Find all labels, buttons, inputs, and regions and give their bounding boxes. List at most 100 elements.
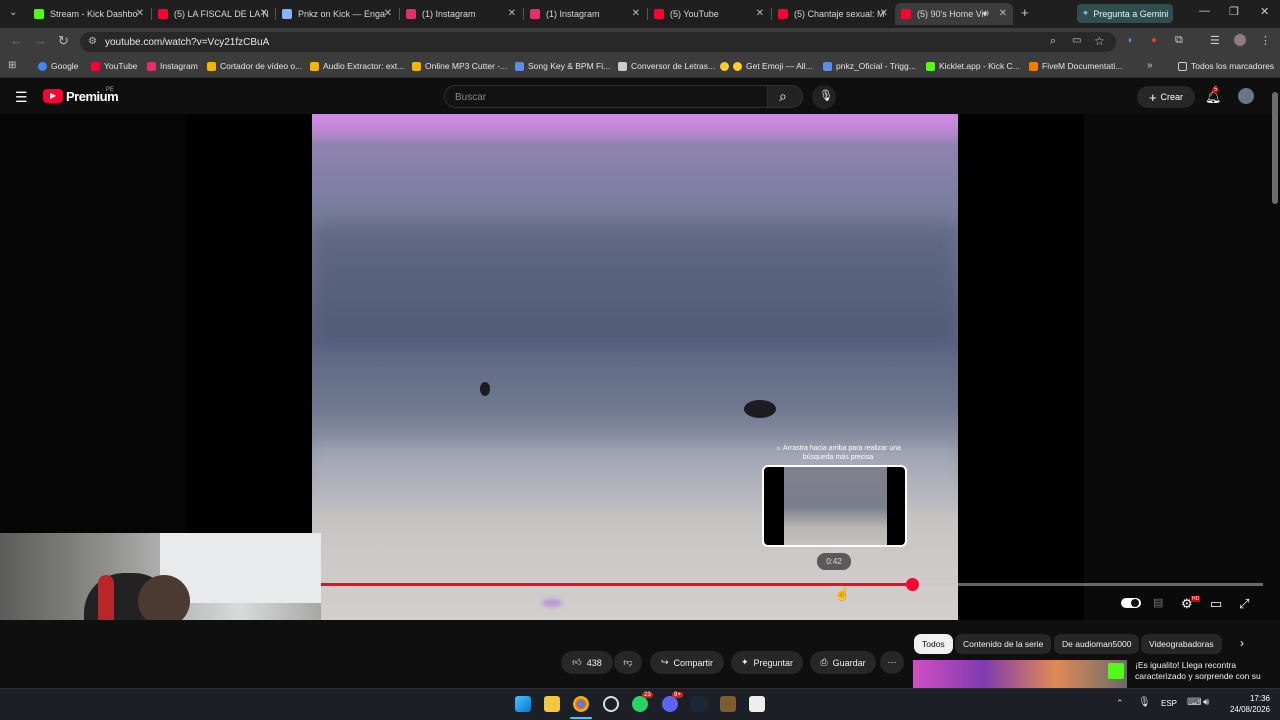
chevron-right-icon[interactable]: › [1240, 636, 1244, 650]
bookmark-icon: ⎙ [820, 657, 828, 667]
extension-icon[interactable]: ◗ [1127, 35, 1133, 46]
tab-search-list-icon[interactable]: ☰ [1210, 34, 1220, 47]
close-icon[interactable]: ✕ [508, 8, 516, 19]
apps-grid-icon[interactable]: ⊞ [8, 60, 16, 71]
speaker-icon[interactable]: 🔊︎ [983, 8, 989, 19]
autoplay-toggle[interactable] [1121, 598, 1141, 608]
recommended-title[interactable]: ¡Es igualito! Llega recontra caracteriza… [1135, 660, 1275, 688]
account-avatar[interactable] [1238, 88, 1254, 104]
windows-start-icon[interactable] [515, 696, 531, 712]
bookmark-audio-extractor[interactable]: Audio Extractor: ext... [310, 61, 404, 71]
network-icon[interactable]: ⌨ [1187, 697, 1201, 708]
gemini-button[interactable]: ✦ Pregunta a Gemini [1077, 4, 1173, 23]
chip-videorecorders[interactable]: Videograbadoras [1141, 634, 1222, 654]
microphone-icon[interactable]: 🎙︎ [1138, 697, 1151, 708]
close-icon[interactable]: ✕ [632, 8, 640, 19]
url-text[interactable]: youtube.com/watch?v=Vcy21fzCBuA [105, 37, 269, 48]
fullscreen-icon[interactable]: ⤢ [1239, 596, 1249, 612]
close-icon[interactable]: ✕ [756, 8, 764, 19]
chip-from-channel[interactable]: De audioman5000 [1054, 634, 1140, 654]
search-input[interactable]: Buscar [455, 92, 486, 103]
more-bookmarks-icon[interactable]: » [1147, 60, 1153, 71]
youtube-icon [654, 9, 664, 19]
app-icon[interactable] [720, 696, 736, 712]
forward-icon[interactable]: → [34, 33, 47, 48]
tab-90s-home-video[interactable]: (5) 90's Home Vic 🔊︎ ✕ [895, 3, 1013, 25]
bookmark-song-key[interactable]: Song Key & BPM Fi... [515, 61, 610, 71]
chrome-icon[interactable] [573, 696, 589, 712]
chip-series-content[interactable]: Contenido de la serie [955, 634, 1052, 654]
more-menu-icon[interactable]: ⋮ [1260, 34, 1271, 47]
bookmark-google[interactable]: Google [38, 61, 78, 71]
tab-pnkz-kick[interactable]: Pnkz on Kick — Enga ✕ [276, 3, 398, 25]
restore-icon[interactable]: ❐ [1229, 5, 1239, 18]
emoji-icon [720, 61, 729, 71]
page-scrollbar[interactable] [1272, 92, 1278, 204]
dislike-button[interactable]: 👎︎ [614, 651, 642, 674]
close-icon[interactable]: ✕ [384, 8, 392, 19]
extensions-puzzle-icon[interactable]: ⧉ [1175, 34, 1183, 47]
globe-icon [282, 9, 292, 19]
site-info-icon[interactable]: ⚙ [88, 36, 97, 47]
hamburger-menu-icon[interactable]: ☰ [15, 89, 28, 106]
subtitles-icon[interactable]: ▤ [1153, 596, 1163, 609]
all-bookmarks-folder[interactable]: Todos los marcadores [1178, 61, 1274, 71]
search-box: Buscar [444, 85, 768, 108]
bookmark-youtube[interactable]: YouTube [91, 61, 137, 71]
extension-icon[interactable]: ● [1151, 35, 1157, 46]
tab-instagram-2[interactable]: (1) Instagram ✕ [524, 3, 646, 25]
new-tab-icon[interactable]: + [1021, 5, 1029, 20]
like-button[interactable]: 👍︎ 438 [561, 651, 613, 674]
close-icon[interactable]: ✕ [260, 8, 268, 19]
tab-chantaje[interactable]: (5) Chantaje sexual: M ✕ [772, 3, 894, 25]
tab-kick-dashboard[interactable]: Stream - Kick Dashbo ✕ [28, 3, 150, 25]
bookmark-cortador[interactable]: Cortador de vídeo o... [207, 61, 302, 71]
profile-avatar[interactable] [1234, 34, 1246, 46]
tab-fiscal[interactable]: (5) LA FISCAL DE LA N ✕ [152, 3, 274, 25]
whatsapp-icon[interactable] [632, 696, 648, 712]
close-window-icon[interactable]: ✕ [1260, 5, 1269, 18]
tray-chevron-icon[interactable]: ⌃ [1116, 698, 1124, 709]
back-icon[interactable]: ← [10, 33, 23, 48]
seek-preview-thumbnail [762, 465, 907, 547]
tab-youtube[interactable]: (5) YouTube ✕ [648, 3, 770, 25]
chip-all[interactable]: Todos [914, 634, 953, 654]
theater-mode-icon[interactable]: ▭ [1210, 596, 1222, 612]
search-button[interactable]: ⌕ [767, 85, 803, 108]
more-actions-button[interactable]: ⋯ [880, 651, 904, 674]
voice-search-button[interactable]: 🎙︎ [812, 85, 836, 109]
bookmark-conversor[interactable]: Conversor de Letras... [618, 61, 715, 71]
bookmark-site-icon [412, 61, 421, 71]
bookmark-star-icon[interactable]: ☆ [1094, 34, 1105, 48]
tab-search-icon[interactable]: ⌄ [9, 7, 17, 18]
bookmark-kicklet[interactable]: Kicklet.app - Kick C... [926, 61, 1020, 71]
close-icon[interactable]: ✕ [880, 8, 888, 19]
system-clock[interactable]: 17:36 24/08/2026 [1226, 693, 1270, 715]
share-button[interactable]: ↪ Compartir [650, 651, 724, 674]
youtube-logo-icon[interactable]: ▶ [43, 89, 63, 103]
file-explorer-icon[interactable] [544, 696, 560, 712]
reload-icon[interactable]: ↻ [58, 33, 69, 49]
zoom-icon[interactable]: ⌕ [1050, 35, 1056, 48]
bookmark-pnkz-trigger[interactable]: pnkz_Oficial - Trigg... [823, 61, 916, 71]
recommended-thumbnail[interactable] [913, 660, 1127, 688]
bookmark-fivem[interactable]: FiveM Documentati... [1029, 61, 1122, 71]
discord-icon[interactable] [662, 696, 678, 712]
ask-button[interactable]: ✦ Preguntar [731, 651, 803, 674]
volume-icon[interactable]: 🔊︎ [1203, 697, 1209, 708]
create-button[interactable]: + Crear [1137, 86, 1195, 108]
obs-icon[interactable] [603, 696, 619, 712]
notepad-icon[interactable] [749, 696, 765, 712]
bookmark-get-emoji[interactable]: Get Emoji — All... [720, 61, 813, 71]
bookmark-mp3-cutter[interactable]: Online MP3 Cutter -... [412, 61, 507, 71]
bookmark-site-icon [618, 61, 627, 71]
tab-instagram-1[interactable]: (1) Instagram ✕ [400, 3, 522, 25]
bookmark-instagram[interactable]: Instagram [147, 61, 198, 71]
minimize-icon[interactable]: — [1199, 5, 1210, 17]
steam-icon[interactable] [691, 696, 707, 712]
close-icon[interactable]: ✕ [136, 8, 144, 19]
install-icon[interactable]: ▭ [1072, 35, 1081, 46]
close-icon[interactable]: ✕ [999, 8, 1007, 19]
save-button[interactable]: ⎙ Guardar [810, 651, 876, 674]
language-indicator[interactable]: ESP [1161, 699, 1177, 708]
